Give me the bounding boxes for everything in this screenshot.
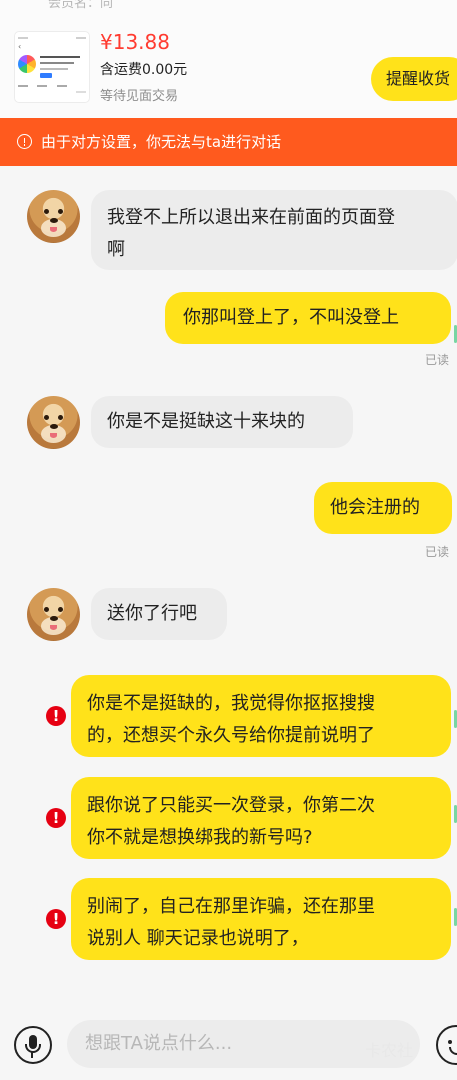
exclamation-circle-icon[interactable]: !: [46, 909, 66, 929]
message-bubble-outgoing[interactable]: 你那叫登上了，不叫没登上: [165, 292, 451, 344]
message-line: 你是不是挺缺的，我觉得你抠抠搜搜: [87, 693, 375, 714]
shipping-fee: 含运费0.00元: [100, 62, 188, 78]
read-status-label: 已读: [424, 353, 449, 367]
message-line: 跟你说了只能买一次登录，你第二次: [87, 795, 375, 816]
message-bubble-outgoing[interactable]: 他会注册的: [314, 482, 452, 534]
message-bubble-incoming[interactable]: 我登不上所以退出来在前面的页面登 啊: [91, 190, 457, 270]
thumbnail-line: [40, 62, 74, 64]
message-bubble-incoming[interactable]: 送你了行吧: [91, 588, 227, 640]
read-status-label: 已读: [424, 545, 449, 559]
smile-icon[interactable]: [436, 1025, 457, 1065]
message-line: 他会注册的: [330, 497, 420, 518]
watermark: 卡农社: [365, 1041, 414, 1060]
message-line: 说别人 聊天记录也说明了，: [87, 928, 309, 949]
avatar-shiba-icon[interactable]: [27, 588, 80, 641]
chat-restriction-notice: 由于对方设置，你无法与ta进行对话: [0, 118, 457, 166]
message-line: 啊: [107, 239, 125, 260]
message-bubble-outgoing-failed[interactable]: 别闹了，自己在那里诈骗，还在那里 说别人 聊天记录也说明了，: [71, 878, 451, 960]
message-line: 你不就是想换绑我的新号吗?: [87, 827, 313, 848]
thumbnail-line: [40, 56, 80, 58]
thumbnail-line: [40, 68, 68, 70]
message-line: 我登不上所以退出来在前面的页面登: [107, 207, 395, 228]
flower-logo-icon: [18, 55, 36, 73]
trade-status: 等待见面交易: [100, 89, 179, 104]
info-circle-icon: [17, 134, 32, 149]
message-line: 别闹了，自己在那里诈骗，还在那里: [87, 896, 375, 917]
product-price: ¥13.88: [100, 30, 170, 54]
microphone-icon[interactable]: [14, 1026, 52, 1064]
message-bubble-incoming[interactable]: 你是不是挺缺这十来块的: [91, 396, 353, 448]
product-card[interactable]: 会员名：同 ‹ ¥13.88 含运费0.00元 等待见面交易 提醒收货: [0, 0, 457, 118]
thumbnail-status-bar: [18, 35, 86, 41]
avatar-shiba-icon[interactable]: [27, 396, 80, 449]
exclamation-circle-icon[interactable]: !: [46, 808, 66, 828]
exclamation-circle-icon[interactable]: !: [46, 706, 66, 726]
avatar-shiba-icon[interactable]: [27, 190, 80, 243]
thumbnail-tag: [40, 73, 52, 78]
message-line: 你是不是挺缺这十来块的: [107, 411, 305, 432]
message-bubble-outgoing-failed[interactable]: 跟你说了只能买一次登录，你第二次 你不就是想换绑我的新号吗?: [71, 777, 451, 859]
remind-delivery-button[interactable]: 提醒收货: [371, 57, 457, 101]
message-bubble-outgoing-failed[interactable]: 你是不是挺缺的，我觉得你抠抠搜搜 的，还想买个永久号给你提前说明了: [71, 675, 451, 757]
thumbnail-back-icon: ‹: [18, 42, 22, 51]
seller-name-cutoff: 会员名：同: [48, 0, 114, 11]
notice-text: 由于对方设置，你无法与ta进行对话: [41, 133, 282, 151]
message-line: 的，还想买个永久号给你提前说明了: [87, 725, 375, 746]
message-line: 送你了行吧: [107, 603, 197, 624]
thumbnail-stats: [18, 85, 86, 93]
message-line: 你那叫登上了，不叫没登上: [183, 307, 399, 328]
microphone-stem: [31, 1052, 33, 1058]
product-thumbnail[interactable]: ‹: [14, 31, 90, 103]
